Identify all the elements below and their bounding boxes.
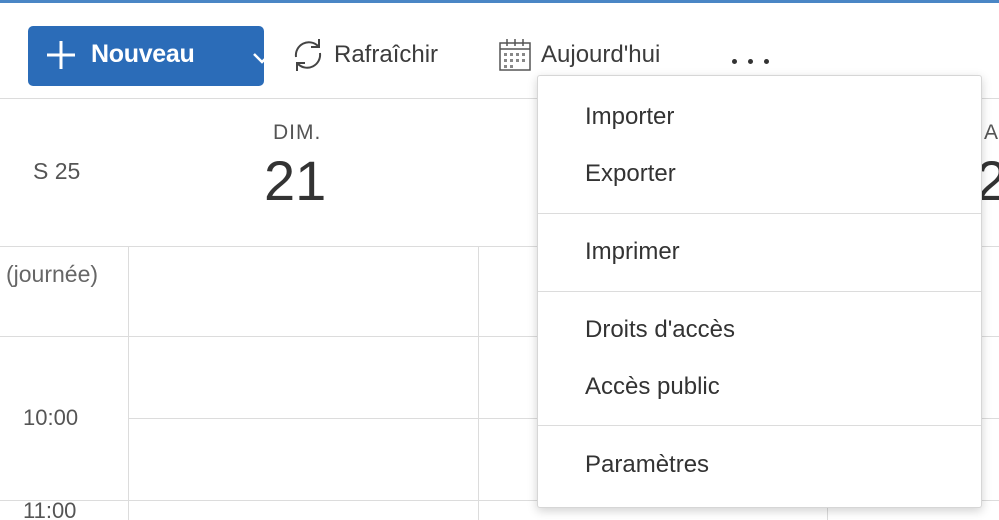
time-label: 10:00 xyxy=(23,405,79,430)
new-button-label: Nouveau xyxy=(91,40,195,68)
today-label: Aujourd'hui xyxy=(541,41,661,68)
new-dropdown-toggle[interactable] xyxy=(242,26,292,86)
plus-icon xyxy=(47,41,75,69)
menu-item-print[interactable]: Imprimer xyxy=(538,224,981,280)
menu-item-export[interactable]: Exporter xyxy=(538,146,981,202)
menu-item-label: Exporter xyxy=(585,160,676,187)
more-horizontal-icon xyxy=(764,59,769,64)
refresh-button[interactable]: Rafraîchir xyxy=(288,27,438,83)
more-options-button[interactable] xyxy=(726,43,776,73)
refresh-label: Rafraîchir xyxy=(334,41,439,68)
day-abbr: DIM. xyxy=(273,121,322,144)
menu-item-label: Paramètres xyxy=(585,451,710,478)
divider xyxy=(478,246,479,520)
menu-item-label: Importer xyxy=(585,103,675,130)
menu-item-public-access[interactable]: Accès public xyxy=(538,359,981,415)
day-number[interactable]: 21 xyxy=(264,148,326,213)
week-number: S 25 xyxy=(33,158,81,184)
calendar-icon xyxy=(499,39,531,71)
all-day-label: (journée) xyxy=(6,261,99,287)
refresh-icon xyxy=(294,39,322,71)
new-button[interactable]: Nouveau xyxy=(28,26,271,86)
chevron-down-icon xyxy=(253,53,271,64)
time-label: 11:00 xyxy=(23,498,77,520)
menu-divider xyxy=(538,213,981,214)
more-horizontal-icon xyxy=(748,59,753,64)
menu-divider xyxy=(538,425,981,426)
menu-item-label: Imprimer xyxy=(585,238,680,265)
more-horizontal-icon xyxy=(732,59,737,64)
menu-item-label: Droits d'accès xyxy=(585,316,735,343)
menu-item-label: Accès public xyxy=(585,373,720,400)
menu-divider xyxy=(538,291,981,292)
menu-item-settings[interactable]: Paramètres xyxy=(538,437,981,493)
menu-item-import[interactable]: Importer xyxy=(538,89,981,145)
next-day-abbr: A xyxy=(984,121,999,144)
all-day-cell[interactable] xyxy=(129,247,478,336)
menu-item-access-rights[interactable]: Droits d'accès xyxy=(538,302,981,358)
time-slot-cell[interactable] xyxy=(129,337,478,500)
more-options-menu: Importer Exporter Imprimer Droits d'accè… xyxy=(537,75,982,508)
